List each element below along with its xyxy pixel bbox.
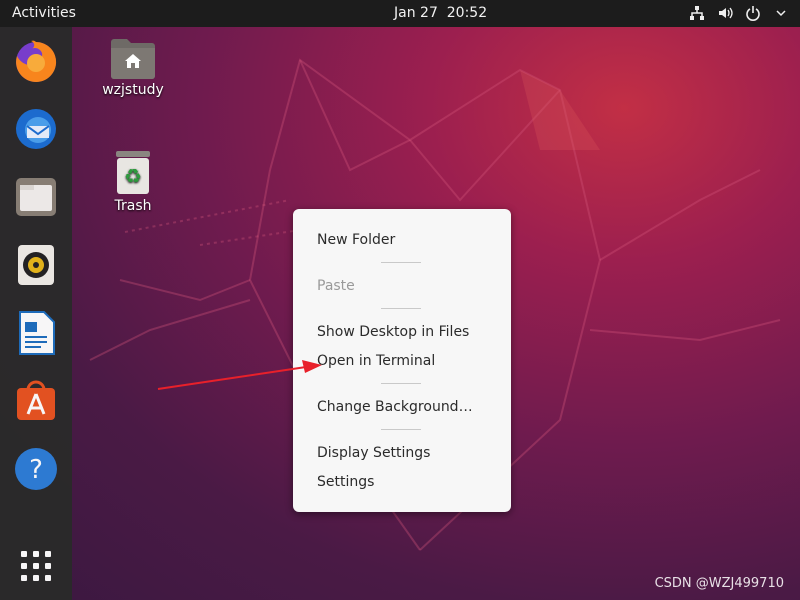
chevron-down-icon[interactable]	[772, 4, 790, 22]
menu-item-new-folder[interactable]: New Folder	[317, 230, 395, 250]
menu-separator	[381, 308, 421, 309]
thunderbird-icon[interactable]	[12, 105, 60, 153]
help-icon[interactable]: ?	[12, 445, 60, 493]
top-bar: Activities Jan 27 20:52	[0, 0, 800, 27]
rhythmbox-icon[interactable]	[12, 241, 60, 289]
home-folder-icon	[111, 39, 155, 79]
menu-separator	[381, 262, 421, 263]
watermark: CSDN @WZJ499710	[654, 576, 784, 591]
system-tray[interactable]	[688, 4, 790, 22]
menu-item-show-desktop-in-files[interactable]: Show Desktop in Files	[317, 322, 469, 342]
time-label: 20:52	[446, 5, 488, 21]
desktop-context-menu: New Folder Paste Show Desktop in Files O…	[293, 209, 511, 512]
trash-label: Trash	[114, 198, 152, 214]
trash-icon: ♻	[116, 151, 150, 194]
volume-icon[interactable]	[716, 4, 734, 22]
activities-button[interactable]: Activities	[12, 5, 76, 21]
power-icon[interactable]	[744, 4, 762, 22]
home-folder-label: wzjstudy	[102, 82, 164, 98]
home-folder-desktop-icon[interactable]: wzjstudy	[93, 36, 173, 98]
show-applications-icon[interactable]	[12, 542, 60, 590]
svg-text:♻: ♻	[124, 164, 142, 188]
svg-text:?: ?	[29, 455, 43, 485]
clock[interactable]: Jan 27 20:52	[394, 5, 487, 21]
libreoffice-writer-icon[interactable]	[12, 309, 60, 357]
network-icon[interactable]	[688, 4, 706, 22]
trash-desktop-icon[interactable]: ♻ Trash	[93, 150, 173, 214]
menu-item-open-in-terminal[interactable]: Open in Terminal	[317, 351, 435, 371]
menu-separator	[381, 383, 421, 384]
firefox-icon[interactable]	[12, 37, 60, 85]
date-label: Jan 27	[394, 5, 438, 21]
ubuntu-software-icon[interactable]	[12, 377, 60, 425]
menu-item-change-background[interactable]: Change Background…	[317, 397, 473, 417]
files-icon[interactable]	[12, 173, 60, 221]
menu-item-display-settings[interactable]: Display Settings	[317, 443, 430, 463]
dock: ?	[0, 27, 72, 600]
menu-separator	[381, 429, 421, 430]
menu-item-paste[interactable]: Paste	[317, 276, 355, 296]
menu-item-settings[interactable]: Settings	[317, 472, 374, 492]
